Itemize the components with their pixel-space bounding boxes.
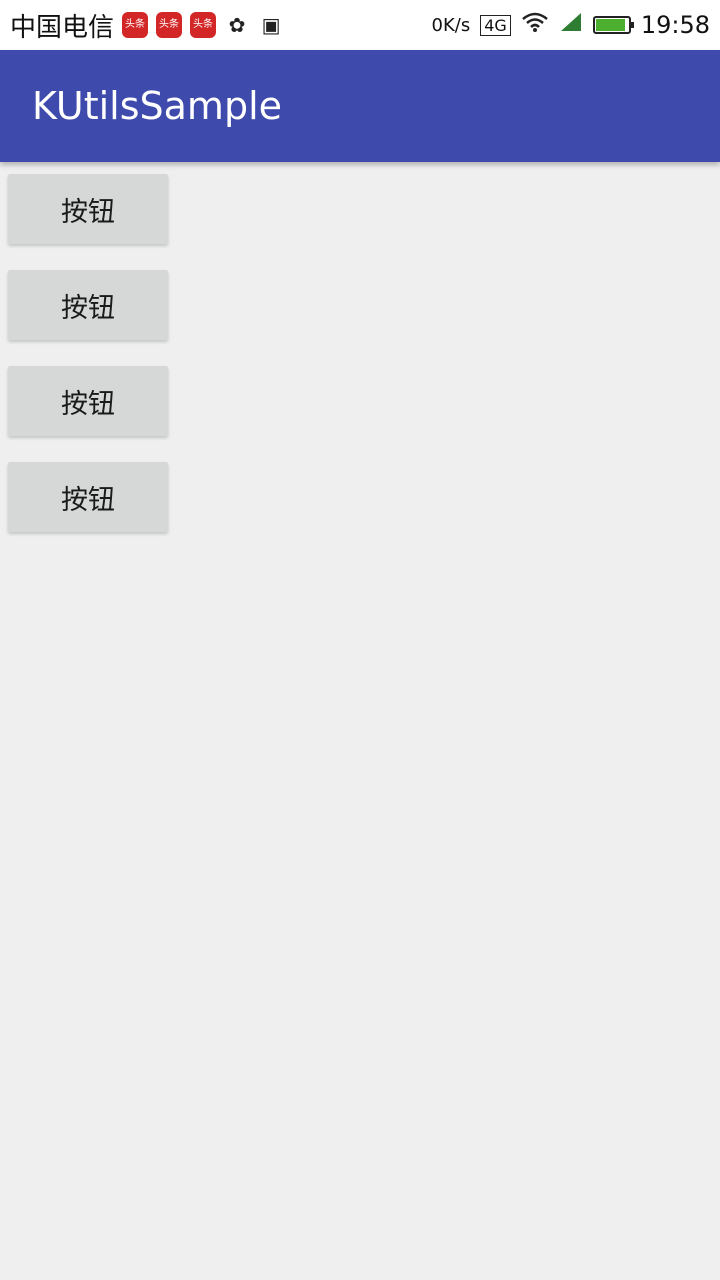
battery-fill [595, 19, 625, 31]
huawei-icon: ✿ [228, 13, 246, 37]
toutiao-notification-icon: 头条 [122, 12, 149, 38]
button-3[interactable]: 按钮 [8, 366, 168, 436]
toutiao-notification-icon: 头条 [190, 12, 217, 38]
status-left: 中国电信 头条 头条 头条 ✿ ▣ [10, 7, 284, 44]
carrier-label: 中国电信 [10, 12, 115, 43]
button-2[interactable]: 按钮 [8, 270, 168, 340]
page-title: KUtilsSample [32, 84, 283, 128]
network-type-icon: 4G [480, 14, 511, 36]
android-bag-icon: ▣ [261, 13, 281, 37]
network-speed: 0K/s [431, 14, 471, 36]
status-bar: 中国电信 头条 头条 头条 ✿ ▣ 0K/s 4G 19:58 [0, 0, 720, 50]
app-bar: KUtilsSample [0, 50, 720, 162]
clock: 19:58 [640, 11, 710, 39]
signal-strength-icon [559, 11, 583, 39]
battery-icon [592, 16, 634, 34]
status-right: 0K/s 4G 19:58 [432, 11, 710, 39]
button-1[interactable]: 按钮 [8, 174, 168, 244]
button-4[interactable]: 按钮 [8, 462, 168, 532]
toutiao-notification-icon: 头条 [156, 12, 183, 38]
content-area: 按钮 按钮 按钮 按钮 [0, 162, 720, 1280]
wifi-icon [521, 11, 549, 39]
